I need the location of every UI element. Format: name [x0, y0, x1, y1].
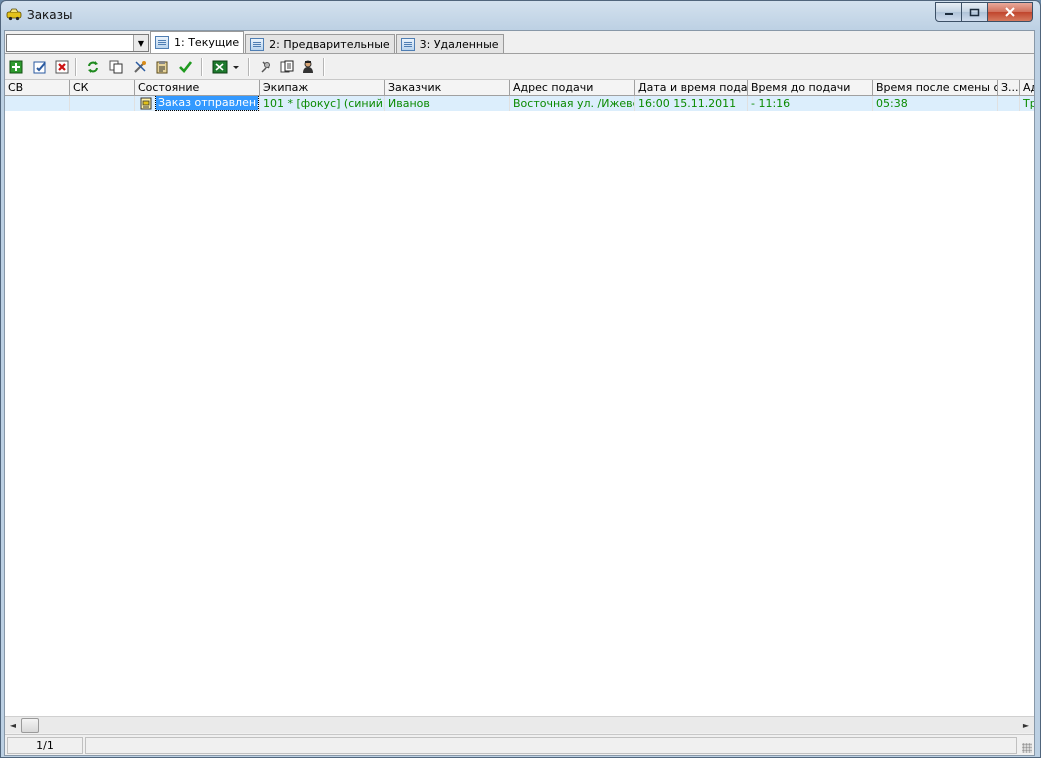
driver-icon	[303, 60, 313, 73]
delete-order-icon	[55, 60, 69, 74]
copy-icon	[109, 60, 123, 74]
column-header-sk[interactable]: СК	[70, 80, 135, 95]
tools-icon	[134, 61, 146, 73]
filter-and-tabs-bar: ▼ 1: Текущие 2: Предварительные 3: Удале…	[5, 31, 1034, 54]
refresh-button[interactable]	[85, 59, 101, 75]
resize-grip-icon[interactable]	[1022, 743, 1032, 753]
chevron-down-icon: ▼	[137, 38, 145, 48]
table-icon	[155, 36, 169, 49]
column-header-time-to[interactable]: Время до подачи	[748, 80, 873, 95]
tab-label: 3: Удаленные	[419, 37, 499, 51]
cell-customer[interactable]: Иванов	[385, 96, 510, 111]
maximize-button[interactable]	[962, 2, 988, 22]
pin-icon	[261, 61, 270, 73]
window-title: Заказы	[27, 8, 73, 22]
cell-z[interactable]	[998, 96, 1020, 111]
dropdown-button[interactable]: ▼	[133, 35, 148, 51]
minimize-button[interactable]	[935, 2, 962, 22]
record-counter: 1/1	[7, 737, 83, 754]
cell-crew[interactable]: 101 * [фокус] (синий) 4...	[260, 96, 385, 111]
column-header-sv[interactable]: СВ	[5, 80, 70, 95]
cell-state[interactable]: Заказ отправлен...	[135, 96, 260, 111]
tab-strip: 1: Текущие 2: Предварительные 3: Удаленн…	[150, 31, 505, 53]
status-panel	[85, 737, 1017, 754]
cell-ad[interactable]: Тр	[1020, 96, 1034, 111]
horizontal-scrollbar[interactable]: ◄ ►	[5, 716, 1034, 733]
status-bar: 1/1	[5, 734, 1034, 755]
column-header-crew[interactable]: Экипаж	[260, 80, 385, 95]
delete-order-button[interactable]	[54, 59, 70, 75]
cell-time-after[interactable]: 05:38	[873, 96, 998, 111]
close-button[interactable]	[988, 2, 1033, 22]
excel-export-icon	[212, 60, 239, 74]
filter-combobox[interactable]: ▼	[6, 34, 149, 52]
toolbar	[5, 55, 1034, 80]
refresh-icon	[88, 61, 98, 73]
maximize-icon	[969, 8, 980, 16]
column-header-z[interactable]: З...	[998, 80, 1020, 95]
order-state-icon	[140, 97, 152, 110]
taxi-app-icon	[6, 8, 22, 21]
column-header-datetime[interactable]: Дата и время подачи	[635, 80, 748, 95]
edit-order-button[interactable]	[32, 59, 48, 75]
edit-order-icon	[33, 61, 46, 74]
table-header: СВ СК Состояние Экипаж Заказчик Адрес по…	[5, 80, 1034, 96]
tab-current[interactable]: 1: Текущие	[150, 31, 245, 53]
clipboard-icon	[156, 61, 168, 74]
tab-preliminary[interactable]: 2: Предварительные	[245, 34, 395, 53]
cell-datetime[interactable]: 16:00 15.11.2011	[635, 96, 748, 111]
cell-time-to[interactable]: - 11:16	[748, 96, 873, 111]
column-header-ad[interactable]: Ад	[1020, 80, 1034, 95]
tab-label: 2: Предварительные	[269, 37, 390, 51]
pin-button[interactable]	[258, 59, 274, 75]
clipboard-button[interactable]	[154, 59, 170, 75]
tab-label: 1: Текущие	[174, 36, 240, 49]
copy-button[interactable]	[108, 59, 124, 75]
column-header-time-after[interactable]: Время после смены с...	[873, 80, 998, 95]
close-icon	[1005, 7, 1015, 17]
orders-window: Заказы ▼ 1: Текущие 2: Предварительные 3…	[0, 0, 1041, 758]
scroll-left-icon[interactable]: ◄	[7, 719, 19, 731]
confirm-check-icon	[179, 61, 192, 73]
scroll-right-icon[interactable]: ►	[1020, 719, 1032, 731]
client-area: ▼ 1: Текущие 2: Предварительные 3: Удале…	[4, 30, 1035, 756]
cell-address[interactable]: Восточная ул. /Ижевс...	[510, 96, 635, 111]
table-icon	[250, 37, 265, 51]
excel-export-button[interactable]	[212, 59, 242, 75]
table-icon	[400, 37, 415, 51]
tab-deleted[interactable]: 3: Удаленные	[395, 34, 504, 53]
tools-button[interactable]	[132, 59, 148, 75]
add-order-button[interactable]	[8, 59, 24, 75]
column-header-customer[interactable]: Заказчик	[385, 80, 510, 95]
confirm-button[interactable]	[177, 59, 193, 75]
column-header-state[interactable]: Состояние	[135, 80, 260, 95]
copy-docs-button[interactable]	[279, 59, 295, 75]
table-row[interactable]: Заказ отправлен... 101 * [фокус] (синий)…	[5, 96, 1034, 111]
cell-state-text: Заказ отправлен...	[155, 96, 259, 111]
orders-table: СВ СК Состояние Экипаж Заказчик Адрес по…	[5, 80, 1034, 716]
cell-sv[interactable]	[5, 96, 70, 111]
column-header-address[interactable]: Адрес подачи	[510, 80, 635, 95]
cell-sk[interactable]	[70, 96, 135, 111]
title-bar[interactable]: Заказы	[1, 1, 1040, 29]
copy-docs-icon	[280, 60, 294, 73]
add-order-icon	[9, 60, 23, 74]
minimize-icon	[944, 13, 953, 15]
scrollbar-thumb[interactable]	[21, 718, 39, 733]
driver-button[interactable]	[300, 59, 316, 75]
